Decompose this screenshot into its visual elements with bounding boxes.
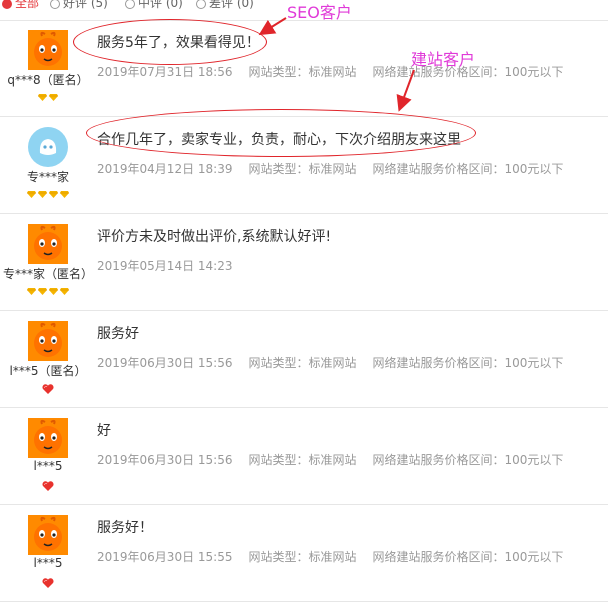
seo-arrow [258, 17, 287, 36]
site-arrow [396, 69, 415, 112]
annotation-arrows [258, 17, 415, 112]
